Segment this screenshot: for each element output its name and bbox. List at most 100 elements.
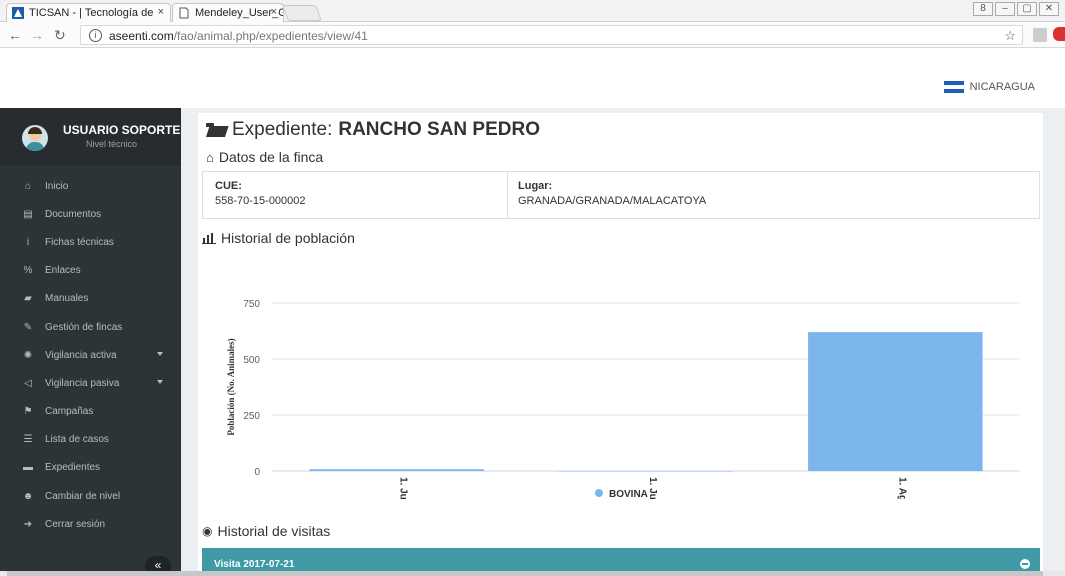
sidebar-item-label: Enlaces bbox=[45, 265, 81, 277]
lugar-field: Lugar: GRANADA/GRANADA/MALACATOYA bbox=[518, 180, 706, 207]
section-visitas-label: Historial de visitas bbox=[217, 523, 331, 539]
tab-close-icon[interactable]: × bbox=[271, 6, 277, 18]
sidebar-item-3[interactable]: % Enlaces bbox=[0, 257, 181, 285]
user-icon[interactable]: 8 bbox=[973, 2, 993, 16]
flag-icon: ⚑ bbox=[23, 406, 33, 418]
country-name: NICARAGUA bbox=[969, 81, 1035, 93]
caret-down-icon bbox=[157, 380, 163, 385]
list-icon: ☰ bbox=[23, 434, 33, 446]
link-icon: % bbox=[23, 265, 33, 277]
forward-icon[interactable]: → bbox=[30, 27, 44, 43]
chart-bar bbox=[808, 332, 983, 471]
y-tick-label: 250 bbox=[243, 411, 260, 422]
app: NICARAGUA USUARIO SOPORTE Nivel técnico … bbox=[0, 48, 1065, 576]
sidebar-item-0[interactable]: ⌂ Inicio bbox=[0, 172, 181, 200]
section-finca-heading: ⌂ Datos de la finca bbox=[206, 149, 323, 165]
sidebar-item-4[interactable]: ▰ Manuales bbox=[0, 285, 181, 313]
legend-label: BOVINA bbox=[609, 489, 648, 499]
url-input[interactable]: i aseenti.com/fao/animal.php/expedientes… bbox=[80, 25, 1023, 45]
lugar-label: Lugar: bbox=[518, 180, 553, 192]
sidebar-item-8[interactable]: ⚑ Campañas bbox=[0, 398, 181, 426]
sidebar-item-label: Inicio bbox=[45, 180, 69, 192]
sidebar-item-12[interactable]: ➜ Cerrar sesión bbox=[0, 510, 181, 538]
chart-bar bbox=[309, 469, 484, 471]
sidebar-item-label: Cambiar de nivel bbox=[45, 490, 121, 502]
lugar-value: GRANADA/GRANADA/MALACATOYA bbox=[518, 195, 707, 207]
document-favicon-icon bbox=[179, 7, 189, 19]
user-name: USUARIO SOPORTE bbox=[63, 123, 181, 137]
home-icon: ⌂ bbox=[206, 149, 214, 165]
url-host: aseenti.com bbox=[109, 29, 174, 43]
sidebar: USUARIO SOPORTE Nivel técnico ⌂ Inicio ▤ Do… bbox=[0, 108, 181, 576]
cue-label: CUE: bbox=[215, 180, 242, 192]
window-controls: 8 – ▢ ✕ bbox=[973, 2, 1059, 16]
sidebar-item-label: Manuales bbox=[45, 293, 89, 305]
back-icon[interactable]: ← bbox=[8, 27, 22, 43]
nicaragua-flag-icon bbox=[943, 81, 964, 93]
page-title-prefix: Expediente: bbox=[232, 119, 333, 140]
section-finca-label: Datos de la finca bbox=[218, 149, 324, 165]
extension-red-icon[interactable] bbox=[1053, 27, 1065, 41]
ticsan-favicon-icon bbox=[12, 7, 24, 19]
top-header: NICARAGUA bbox=[0, 48, 1065, 108]
sidebar-item-label: Documentos bbox=[45, 208, 102, 220]
visita-label: Visita 2017-07-21 bbox=[214, 559, 295, 570]
tab-mendeley[interactable]: Mendeley_User_Guide_E × bbox=[172, 3, 284, 22]
folder-open-icon bbox=[206, 122, 226, 138]
sidebar-item-label: Fichas técnicas bbox=[45, 236, 114, 248]
sidebar-item-label: Lista de casos bbox=[45, 434, 109, 446]
sidebar-item-9[interactable]: ☰ Lista de casos bbox=[0, 426, 181, 454]
population-chart: 0 250 500 750 Población (No. Animales) 1. Jun… bbox=[226, 299, 1020, 499]
sidebar-item-11[interactable]: ☻ Cambiar de nivel bbox=[0, 482, 181, 510]
avatar bbox=[22, 125, 48, 151]
eye-icon: ◉ bbox=[202, 524, 213, 538]
reload-icon[interactable]: ↻ bbox=[54, 27, 66, 44]
divider bbox=[507, 172, 508, 218]
book-icon: ▰ bbox=[24, 293, 32, 305]
sidebar-item-5[interactable]: ✎ Gestión de fincas bbox=[0, 313, 181, 341]
address-bar: ← → ↻ i aseenti.com/fao/animal.php/exped… bbox=[0, 22, 1065, 48]
y-axis-label: Población (No. Animales) bbox=[226, 338, 236, 435]
x-tick-label: 1. Jul bbox=[647, 477, 658, 499]
horizontal-scrollbar[interactable] bbox=[0, 571, 1065, 576]
close-window-icon[interactable]: ✕ bbox=[1039, 2, 1059, 16]
bullhorn-icon: ◁ bbox=[24, 377, 32, 389]
collapse-minus-icon[interactable] bbox=[1020, 559, 1030, 569]
finca-info: CUE: 558-70-15-000002 Lugar: GRANADA/GRA… bbox=[202, 171, 1040, 219]
sidebar-item-7[interactable]: ◁ Vigilancia pasiva bbox=[0, 369, 181, 397]
page-title-name: RANCHO SAN PEDRO bbox=[338, 119, 540, 140]
country-selector[interactable]: NICARAGUA bbox=[943, 81, 1035, 93]
maximize-icon[interactable]: ▢ bbox=[1017, 2, 1037, 16]
bookmark-star-icon[interactable]: ☆ bbox=[1004, 28, 1016, 44]
y-tick-label: 750 bbox=[243, 299, 260, 310]
new-tab-button[interactable] bbox=[282, 5, 322, 21]
y-tick-label: 0 bbox=[254, 467, 260, 478]
users-icon: ☻ bbox=[22, 490, 34, 502]
tab-close-icon[interactable]: × bbox=[158, 6, 164, 18]
user-level: Nivel técnico bbox=[86, 139, 138, 149]
sidebar-item-1[interactable]: ▤ Documentos bbox=[0, 200, 181, 228]
sidebar-item-label: Gestión de fincas bbox=[45, 321, 123, 333]
x-tick-label: 1. Ago bbox=[896, 477, 907, 499]
sidebar-item-label: Cerrar sesión bbox=[45, 518, 106, 530]
legend-marker bbox=[595, 489, 603, 497]
extension-icon[interactable] bbox=[1033, 28, 1047, 42]
main-panel: Expediente: RANCHO SAN PEDRO ⌂ Datos de … bbox=[198, 113, 1043, 576]
sidebar-item-6[interactable]: ✺ Vigilancia activa bbox=[0, 341, 181, 369]
y-tick-label: 500 bbox=[243, 355, 260, 366]
info-icon[interactable]: i bbox=[89, 29, 102, 42]
sidebar-item-2[interactable]: i Fichas técnicas bbox=[0, 228, 181, 256]
edit-icon: ✎ bbox=[23, 321, 33, 333]
home-icon: ⌂ bbox=[24, 180, 32, 192]
sidebar-item-label: Campañas bbox=[45, 406, 94, 418]
caret-down-icon bbox=[157, 352, 163, 357]
chart-bar bbox=[558, 471, 734, 472]
tab-ticsan[interactable]: TICSAN - | Tecnología de × bbox=[6, 3, 171, 22]
minimize-icon[interactable]: – bbox=[995, 2, 1015, 16]
info-icon: i bbox=[26, 236, 30, 248]
section-historial-label: Historial de población bbox=[221, 230, 355, 246]
page-title: Expediente: RANCHO SAN PEDRO bbox=[206, 119, 540, 141]
user-panel: USUARIO SOPORTE Nivel técnico bbox=[0, 108, 181, 166]
sidebar-item-10[interactable]: ▬ Expedientes bbox=[0, 454, 181, 482]
cue-field: CUE: 558-70-15-000002 bbox=[215, 180, 306, 207]
